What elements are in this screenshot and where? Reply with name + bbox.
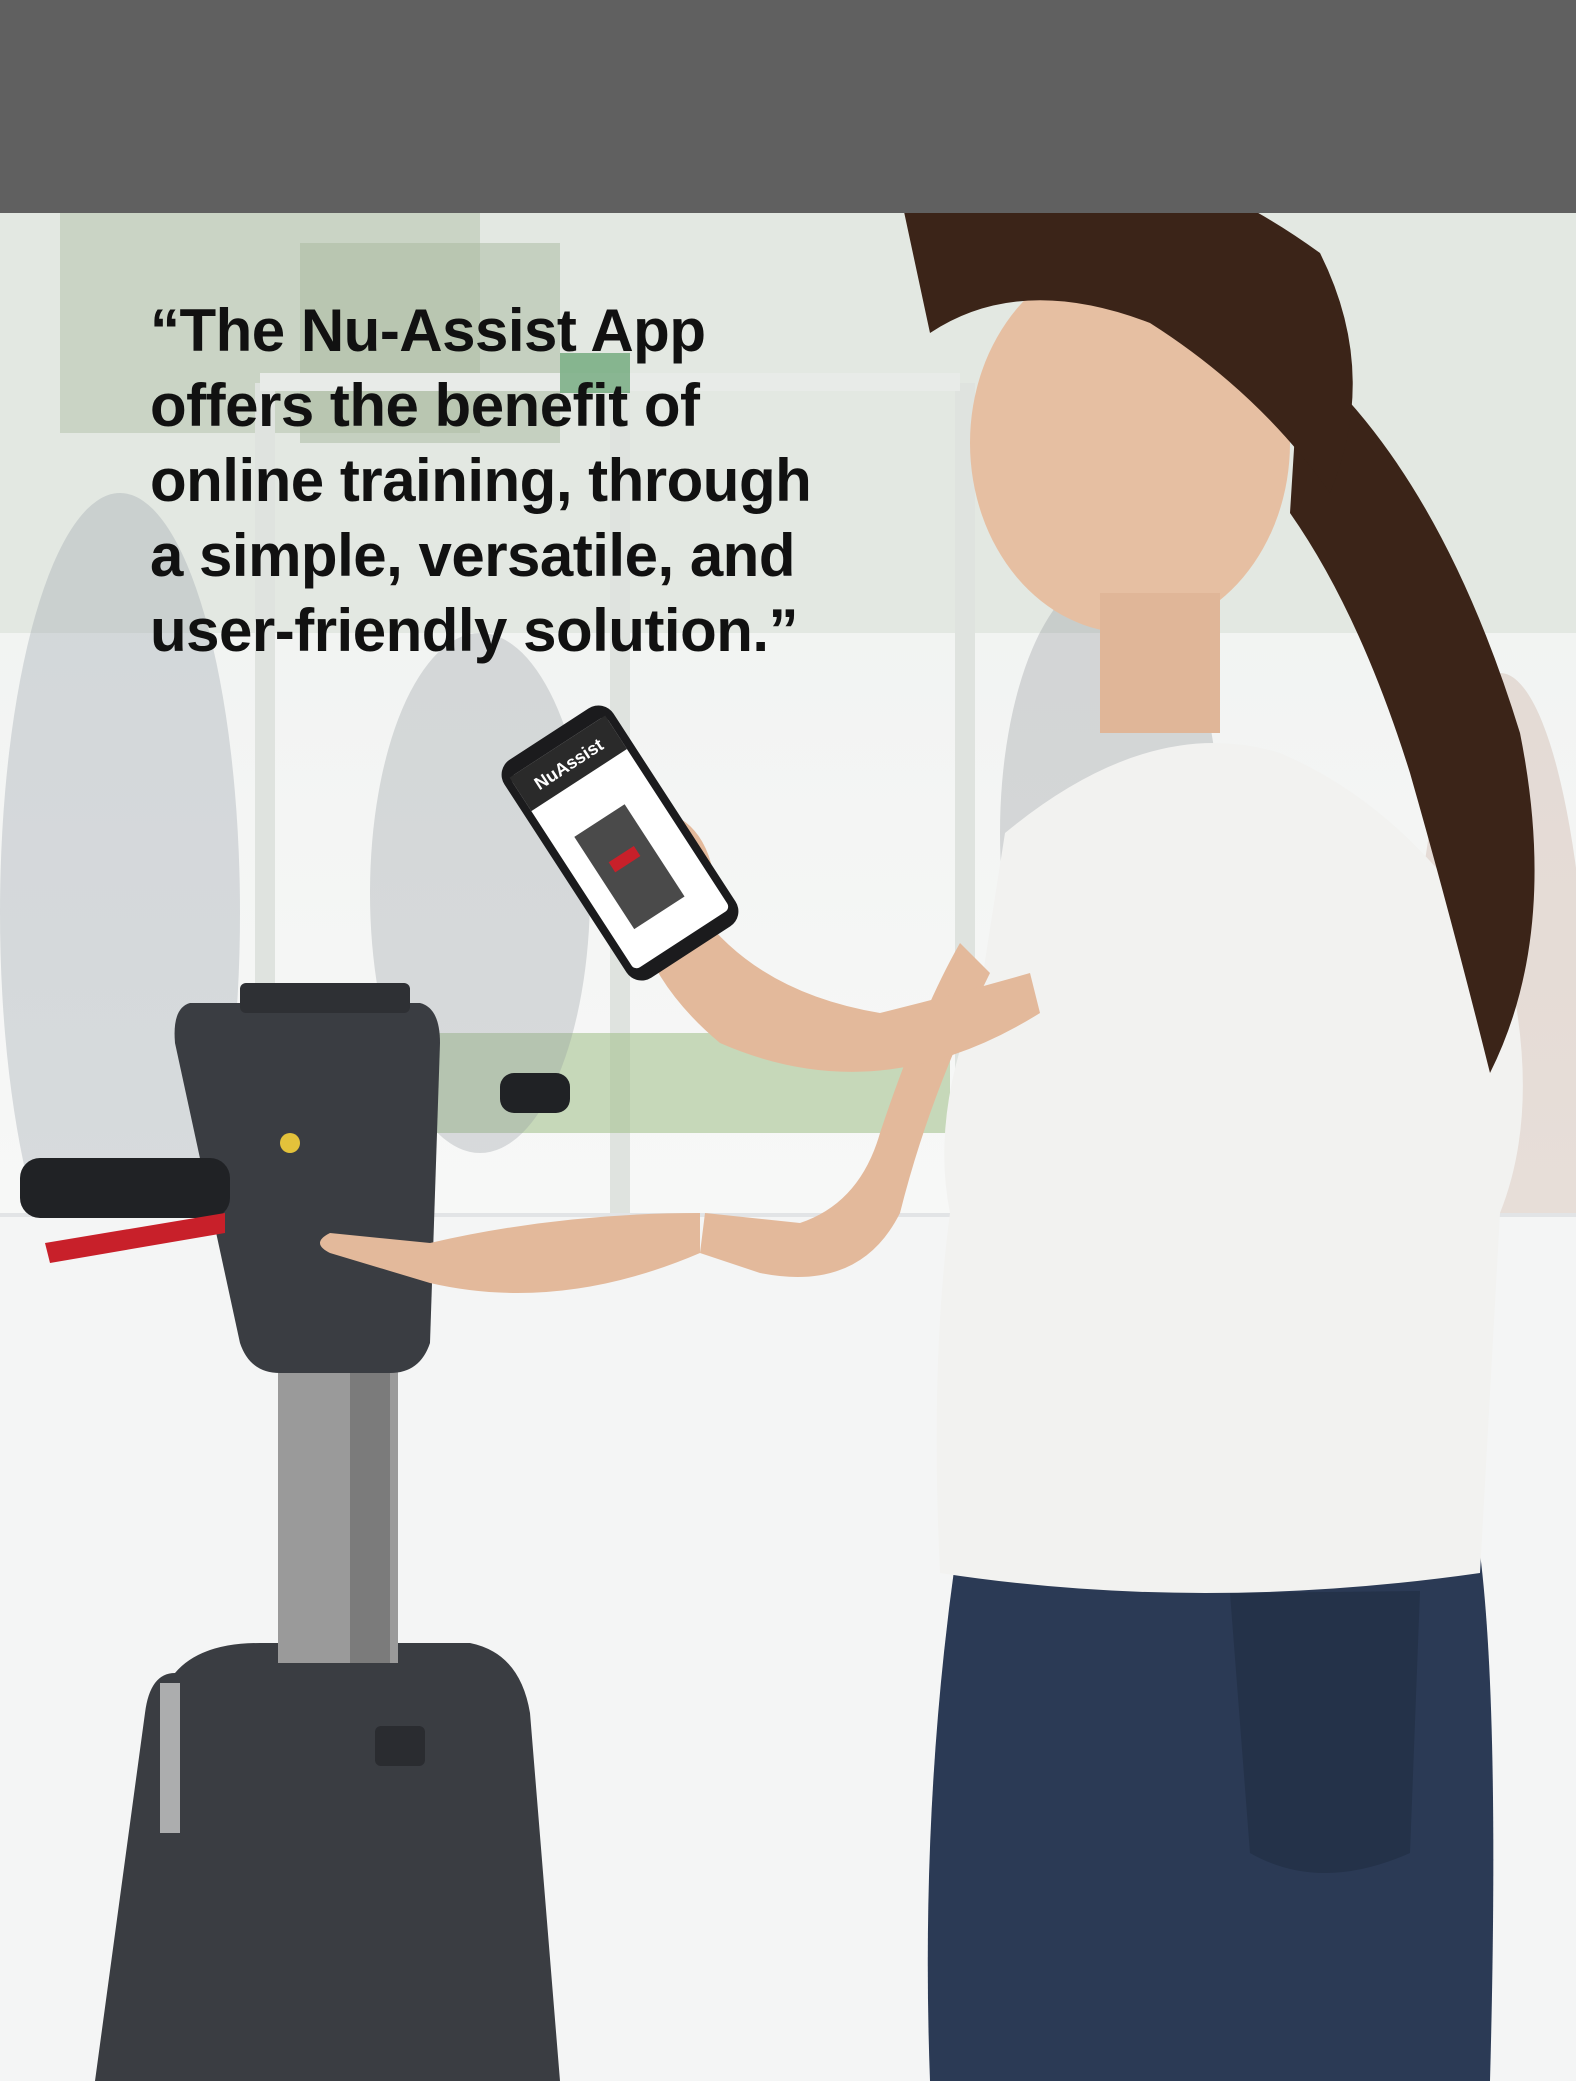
testimonial-quote: “The Nu-Assist App offers the benefit of… bbox=[150, 293, 910, 668]
quote-line-1: “The Nu-Assist App bbox=[150, 297, 706, 364]
machine-column-shade bbox=[350, 1363, 390, 1663]
machine-left-handle bbox=[20, 1158, 230, 1218]
machine-right-handle bbox=[500, 1073, 570, 1113]
quote-line-2: offers the benefit of bbox=[150, 372, 700, 439]
quote-line-5: user-friendly solution.” bbox=[150, 597, 799, 664]
quote-line-3: online training, through bbox=[150, 447, 812, 514]
machine-head-top bbox=[240, 983, 410, 1013]
top-header-band bbox=[0, 0, 1576, 213]
jeans-back-pocket bbox=[1230, 1591, 1420, 1873]
quote-line-4: a simple, versatile, and bbox=[150, 522, 795, 589]
white-t-shirt bbox=[936, 743, 1523, 1593]
neck bbox=[1100, 593, 1220, 733]
machine-base-highlight bbox=[160, 1683, 180, 1833]
machine-base-handle-slot bbox=[375, 1726, 425, 1766]
machine-indicator-light bbox=[280, 1133, 300, 1153]
